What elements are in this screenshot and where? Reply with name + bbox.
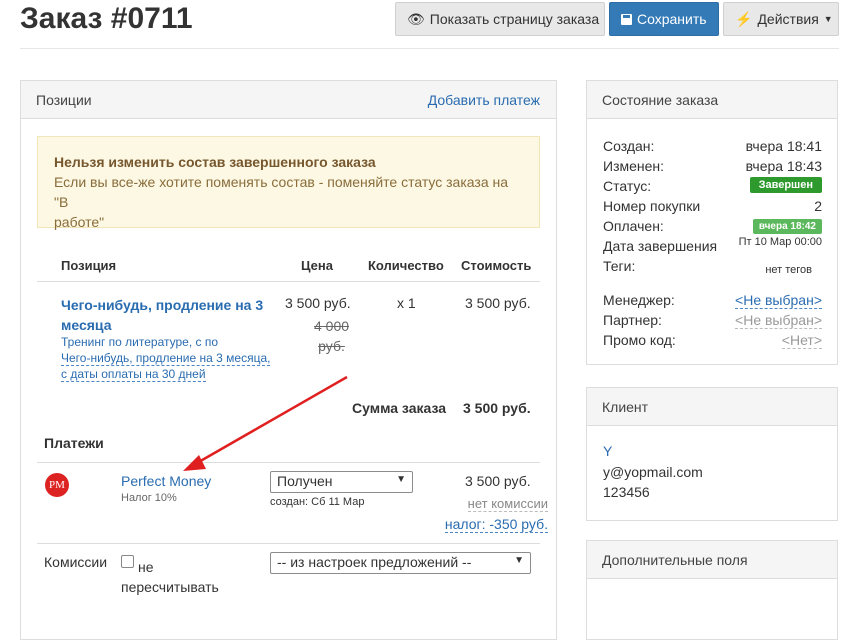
item-old-price: 4 000 руб. <box>314 318 350 354</box>
select-caret-icon: ▼ <box>396 474 406 485</box>
commissions-divider <box>37 543 540 544</box>
extra-fields-panel: Дополнительные поля <box>586 540 838 640</box>
eye-icon: 👁 <box>407 10 425 27</box>
payment-tax-link[interactable]: налог: -350 руб. <box>444 516 548 533</box>
col-cost: Стоимость <box>461 258 532 273</box>
created-row: Создан: вчера 18:41 <box>603 138 822 154</box>
save-icon <box>621 13 632 25</box>
order-status-panel: Состояние заказа Создан: вчера 18:41 Изм… <box>586 80 838 365</box>
client-panel: Клиент Y y@yopmail.com 123456 <box>586 387 838 521</box>
client-phone: 123456 <box>603 484 650 500</box>
payment-commission-link[interactable]: нет комиссии <box>467 496 548 512</box>
client-header: Клиент <box>587 388 837 426</box>
caret-down-icon: ▼ <box>823 14 833 24</box>
paid-badge: вчера 18:42 <box>752 219 822 234</box>
status-badge: Завершен <box>749 177 822 193</box>
promo-link[interactable]: <Нет> <box>781 332 822 349</box>
paid-row: Оплачен: вчера 18:42 <box>603 218 822 234</box>
client-email: y@yopmail.com <box>603 464 703 480</box>
payments-divider <box>37 462 540 463</box>
commission-select[interactable]: -- из настроек предложений -- ▼ <box>270 552 531 574</box>
payment-status-select[interactable]: Получен ▼ <box>270 471 413 493</box>
positions-panel-header: Позиции Добавить платеж <box>21 81 556 119</box>
partner-row: Партнер: <Не выбран> <box>603 312 822 329</box>
alert-text: Если вы все-же хотите поменять состав - … <box>54 174 509 230</box>
promo-row: Промо код: <Нет> <box>603 332 822 349</box>
payment-created: создан: Сб 11 Мар <box>270 496 365 508</box>
payment-system-link[interactable]: Perfect Money <box>121 473 211 489</box>
order-sum-value: 3 500 руб. <box>463 400 531 416</box>
select-caret-icon: ▼ <box>514 555 524 566</box>
payment-tax: Налог 10% <box>121 492 177 504</box>
item-price: 3 500 руб. <box>285 295 351 311</box>
payment-amount: 3 500 руб. <box>465 473 531 489</box>
manager-link[interactable]: <Не выбран> <box>735 292 822 309</box>
completed-row: Дата завершения Пт 10 Мар 00:00 <box>603 236 822 254</box>
positions-panel: Позиции Добавить платеж Нельзя изменить … <box>20 80 557 640</box>
changed-row: Изменен: вчера 18:43 <box>603 158 822 174</box>
table-header-divider <box>37 281 540 282</box>
payments-title: Платежи <box>44 435 104 451</box>
item-cost: 3 500 руб. <box>465 295 531 311</box>
col-price: Цена <box>301 258 333 273</box>
status-row: Статус: Завершен <box>603 177 822 194</box>
actions-button[interactable]: ⚡ Действия ▼ <box>723 2 839 36</box>
purchase-row: Номер покупки 2 <box>603 198 822 214</box>
partner-link[interactable]: <Не выбран> <box>735 312 822 329</box>
positions-panel-title: Позиции <box>36 92 92 108</box>
order-status-header: Состояние заказа <box>587 81 837 119</box>
lightning-icon: ⚡ <box>735 10 753 27</box>
extra-fields-header: Дополнительные поля <box>587 541 837 579</box>
commissions-label: Комиссии <box>44 554 108 570</box>
col-quantity: Количество <box>368 258 444 273</box>
alert-title: Нельзя изменить состав завершенного зака… <box>54 154 376 170</box>
tags-row: Теги: нет тегов <box>603 258 812 276</box>
warning-alert: Нельзя изменить состав завершенного зака… <box>37 136 540 230</box>
manager-row: Менеджер: <Не выбран> <box>603 292 822 309</box>
no-recalc-label[interactable]: не пересчитывать <box>121 557 219 597</box>
order-sum-label: Сумма заказа <box>352 400 447 416</box>
add-payment-link[interactable]: Добавить платеж <box>428 92 540 108</box>
save-button[interactable]: Сохранить <box>609 2 719 36</box>
item-quantity: x 1 <box>397 295 416 311</box>
page-title: Заказ #0711 <box>20 2 193 35</box>
header-divider <box>20 48 839 49</box>
show-order-page-button[interactable]: 👁 Показать страницу заказа <box>395 2 605 36</box>
item-description[interactable]: Тренинг по литературе, с по Чего-нибудь,… <box>61 334 271 382</box>
client-name-link[interactable]: Y <box>603 443 612 459</box>
perfect-money-logo: PM <box>45 473 69 497</box>
item-name-link[interactable]: Чего-нибудь, продление на 3 месяца <box>61 295 263 335</box>
col-position: Позиция <box>61 258 117 273</box>
